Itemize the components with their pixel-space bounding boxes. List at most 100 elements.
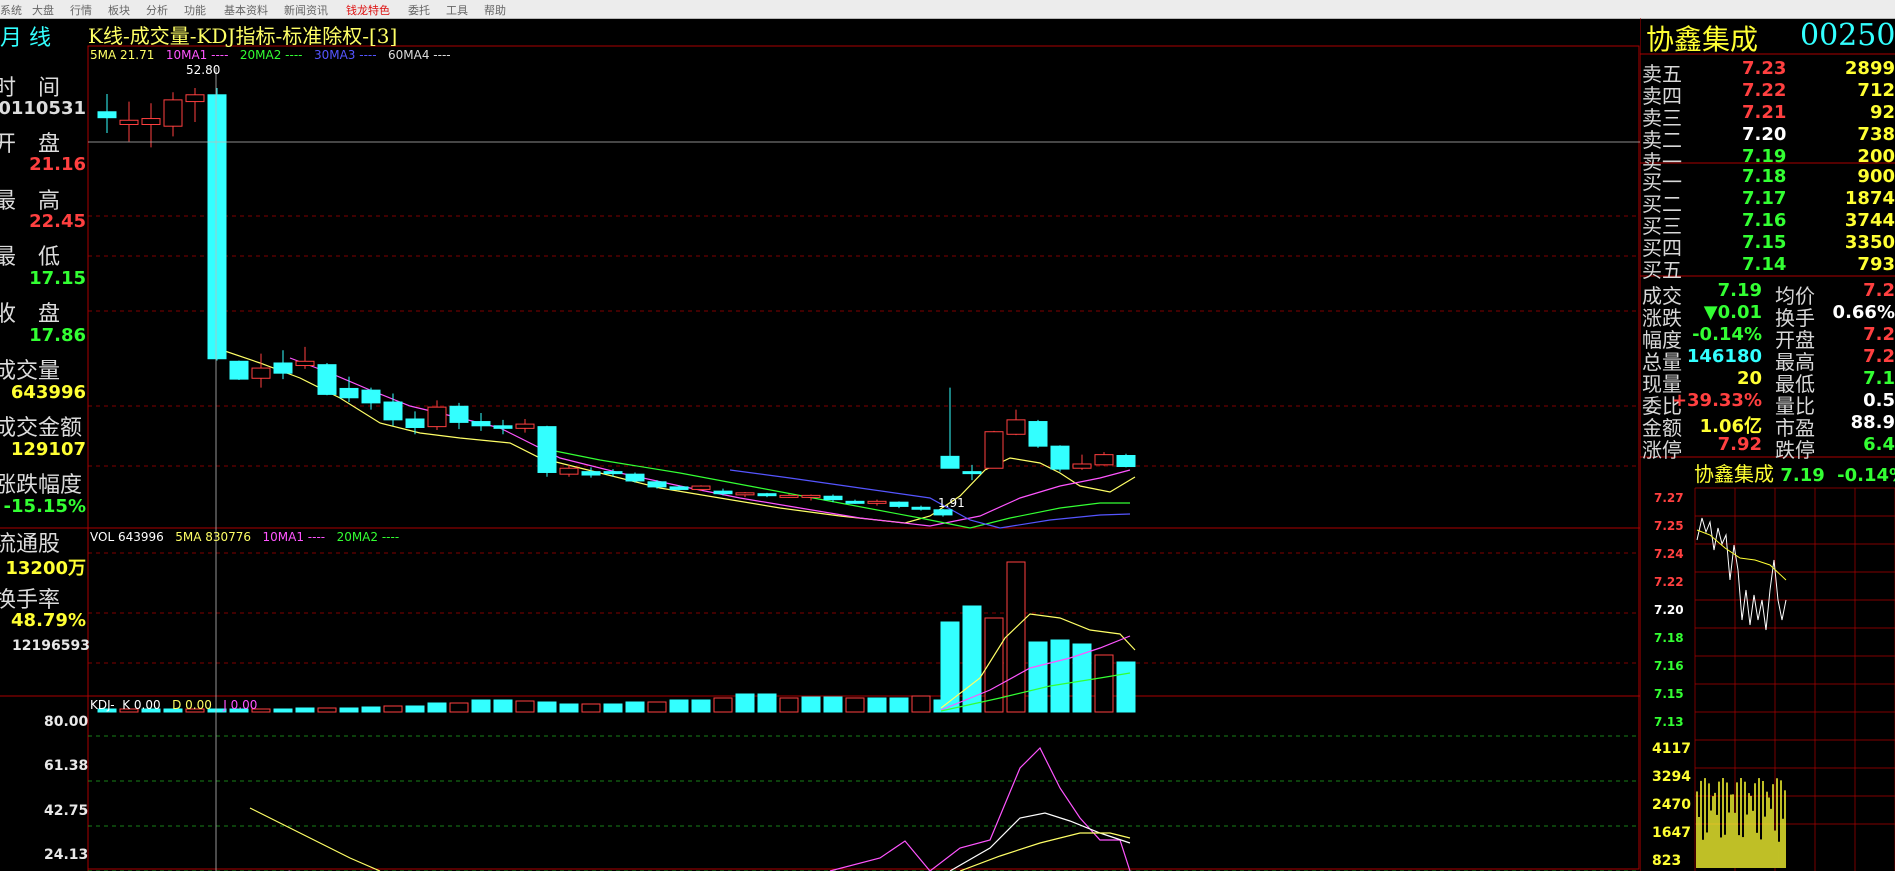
bid-row[interactable]: 买四 7.15 3350 <box>1640 232 1895 260</box>
candle-body <box>119 119 139 125</box>
mini-price-axis-label: 7.27 <box>1654 491 1684 505</box>
intraday-mini-chart[interactable]: 7.27 7.25 7.24 7.22 7.20 7.18 7.16 7.15 7.13 4117… <box>1640 480 1895 871</box>
candle-body <box>757 493 777 497</box>
ask-price: 7.19 <box>1742 146 1787 167</box>
change-label: 涨跌幅度 <box>0 473 83 498</box>
volume-bar <box>405 705 425 713</box>
change-value: -15.15% <box>3 496 86 517</box>
bid-row[interactable]: 买三 7.16 3744 <box>1640 210 1895 238</box>
candle-body <box>940 455 960 469</box>
candle-body <box>229 360 249 380</box>
candle-body <box>647 481 667 488</box>
volume-bar <box>691 699 711 713</box>
ask-volume: 2899 <box>1844 58 1895 79</box>
candle-body <box>141 118 161 125</box>
volume-bar <box>383 705 403 713</box>
menu-item-trade[interactable]: 委托 <box>408 2 430 18</box>
close-label: 收 盘 <box>0 302 61 327</box>
stat-value: 146180 <box>1686 346 1762 367</box>
amount-label: 成交金额 <box>0 416 83 441</box>
menu-item-tools[interactable]: 工具 <box>446 2 468 18</box>
candle-body <box>185 94 205 103</box>
ask-row[interactable]: 卖二 7.20 738 <box>1640 124 1895 152</box>
volume-bar <box>779 697 799 713</box>
candle-body <box>493 425 513 429</box>
stat-value: 0.5 <box>1863 390 1895 411</box>
menu-item-system[interactable]: 系统 <box>0 2 22 18</box>
menu-item-function[interactable]: 功能 <box>184 2 206 18</box>
stat-label: 涨停 <box>1642 438 1682 462</box>
ma-line <box>539 447 1130 529</box>
volume-bar <box>889 697 909 713</box>
bid-row[interactable]: 买一 7.18 900 <box>1640 166 1895 194</box>
volume-bar <box>845 697 865 713</box>
ask-volume: 712 <box>1857 80 1895 101</box>
volume-bar <box>911 695 931 713</box>
volume-bar <box>647 701 667 713</box>
ask-row[interactable]: 卖三 7.21 92 <box>1640 102 1895 130</box>
candle-body <box>1116 454 1136 468</box>
ma-line <box>729 469 1131 529</box>
legend-j: J 0.00 <box>223 698 258 712</box>
ask-row[interactable]: 卖五 7.23 2899 <box>1640 58 1895 86</box>
volume-bar <box>713 697 733 713</box>
volume-bar <box>1006 561 1026 713</box>
stat-value: 7.2 <box>1863 280 1895 301</box>
volume-bar <box>493 699 513 713</box>
candle-body <box>669 486 689 490</box>
stat-value: 20 <box>1736 368 1762 389</box>
menu-item-qianlong-special[interactable]: 钱龙特色 <box>346 2 390 18</box>
mini-price-axis-label: 7.15 <box>1654 687 1684 701</box>
bid-label: 买五 <box>1642 258 1682 282</box>
bid-volume: 3350 <box>1844 232 1895 253</box>
high-value: 22.45 <box>29 211 86 232</box>
ask-row[interactable]: 卖四 7.22 712 <box>1640 80 1895 108</box>
quote-stat-row: 金额 1.06亿 市盈 88.9 <box>1640 412 1895 440</box>
volume-bar <box>962 605 982 713</box>
legend-ma30: 30MA3 ---- <box>313 48 377 62</box>
menu-item-news[interactable]: 新闻资讯 <box>284 2 328 18</box>
volume-bar <box>757 693 777 713</box>
amount-value: 129107 <box>10 439 86 460</box>
bid-price: 7.15 <box>1742 232 1787 253</box>
candle-body <box>867 500 887 504</box>
kline-chart[interactable]: 52.80 1.91 80.00 61.38 42.75 24.13 12196… <box>0 18 1640 871</box>
mini-volume-axis-label: 1647 <box>1652 825 1691 841</box>
candle-body <box>1028 421 1048 447</box>
volume-bar <box>427 702 447 713</box>
legend-d: D 0.00 <box>172 698 212 712</box>
candle-body <box>625 473 645 482</box>
menu-item-sector[interactable]: 板块 <box>108 2 130 18</box>
candle-body <box>779 494 799 498</box>
candle-body <box>1006 419 1026 435</box>
volume-bar <box>295 707 315 713</box>
bid-row[interactable]: 买二 7.17 1874 <box>1640 188 1895 216</box>
mini-price-axis-label: 7.24 <box>1654 547 1684 561</box>
stat-value: ▼0.01 <box>1703 302 1762 323</box>
bid-volume: 900 <box>1857 166 1895 187</box>
candle-body <box>383 401 403 421</box>
ma-line <box>289 357 1131 527</box>
quote-stat-row: 涨停 7.92 跌停 6.4 <box>1640 434 1895 462</box>
ask-volume: 92 <box>1869 102 1895 123</box>
candle-body <box>97 111 117 119</box>
price-high-marker: 52.80 <box>186 63 220 77</box>
menu-item-market[interactable]: 大盘 <box>32 2 54 18</box>
chart-area: 52.80 1.91 80.00 61.38 42.75 24.13 12196… <box>0 18 1640 871</box>
low-label: 最 低 <box>0 245 61 270</box>
menu-item-help[interactable]: 帮助 <box>484 2 506 18</box>
bid-row[interactable]: 买五 7.14 793 <box>1640 254 1895 282</box>
volume-bar <box>449 702 469 713</box>
ask-price: 7.20 <box>1742 124 1787 145</box>
candle-body <box>911 506 931 510</box>
ask-volume: 738 <box>1857 124 1895 145</box>
menu-item-basic-info[interactable]: 基本资料 <box>224 2 268 18</box>
menu-item-quotes[interactable]: 行情 <box>70 2 92 18</box>
volume-bar <box>1050 639 1070 713</box>
menu-item-analysis[interactable]: 分析 <box>146 2 168 18</box>
candle-body <box>889 501 909 507</box>
candle-body <box>603 471 623 475</box>
stat-value: 7.19 <box>1717 280 1762 301</box>
volume-axis-max: 12196593 <box>12 638 90 654</box>
ask-row[interactable]: 卖一 7.19 200 <box>1640 146 1895 174</box>
